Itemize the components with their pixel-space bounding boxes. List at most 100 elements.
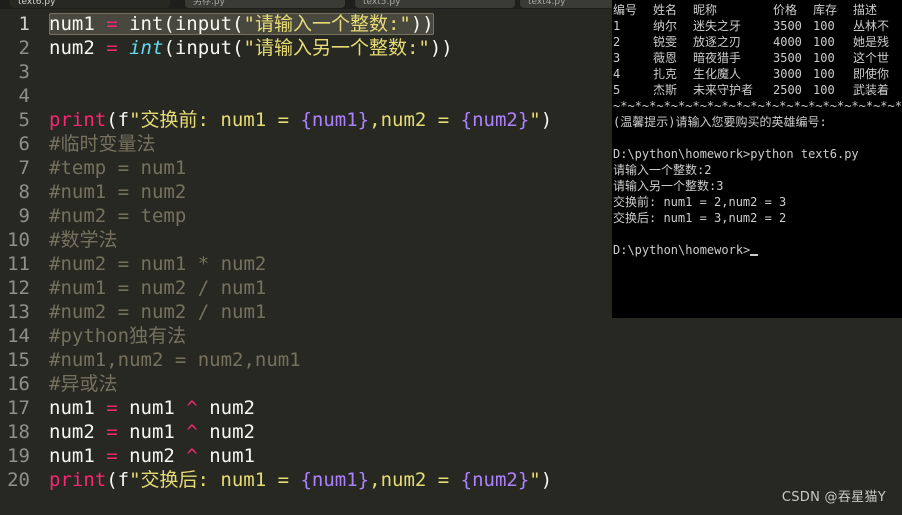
code-token: (f [106, 469, 130, 491]
line-number: 18 [7, 421, 30, 443]
code-token: ,num2 = [369, 109, 461, 131]
code-line[interactable]: print(f"交换前: num1 = {num1},num2 = {num2}… [49, 108, 552, 132]
console-cell: 100 [813, 35, 835, 49]
console-output-line: 请输入另一个整数:3 [613, 178, 723, 194]
code-line[interactable]: num2 = num1 ^ num2 [49, 420, 255, 444]
code-token: ^ [186, 445, 198, 467]
code-token: #数学法 [49, 229, 118, 251]
code-line[interactable]: num1 = int(input("请输入一个整数:")) [49, 12, 434, 36]
terminal-window[interactable]: 编号 姓名 昵称 价格 库存 描述 1 纳尔 迷失之牙 3500 100 丛林不 2 锐雯 放逐之刃 4000… [612, 0, 902, 318]
line-number: 11 [7, 253, 30, 275]
line-number: 10 [7, 229, 30, 251]
code-line[interactable]: #num1 = num2 [49, 180, 186, 204]
console-cell: 100 [813, 51, 835, 65]
console-cell: 这个世 [853, 51, 890, 65]
code-token: = [106, 13, 118, 35]
code-token: ) [540, 109, 553, 131]
code-token: num1 [49, 397, 107, 419]
code-line[interactable]: #num1 = num2 / num1 [49, 276, 266, 300]
console-text: 交换前: num1 = 2,num2 = 3 [613, 195, 787, 209]
console-text: 请输入一个整数:2 [613, 163, 712, 177]
editor-tab[interactable]: 另存.py [185, 0, 345, 8]
text-selection: num1 = int(input("请输入一个整数:")) [49, 13, 434, 35]
line-number: 15 [7, 349, 30, 371]
console-cell: 3500 [773, 19, 802, 33]
console-cell: 昵称 [693, 3, 718, 17]
code-token: num2 [197, 421, 255, 443]
console-cell: 价格 [773, 3, 798, 17]
code-line[interactable]: num1 = num2 ^ num1 [49, 444, 255, 468]
code-line[interactable]: #num2 = num2 / num1 [49, 300, 266, 324]
code-line[interactable]: #num1,num2 = num2,num1 [49, 348, 301, 372]
line-number: 2 [18, 37, 30, 59]
console-table-row: 5 杰斯 未来守护者 2500 100 武装着 [613, 82, 902, 98]
code-line[interactable]: #temp = num1 [49, 156, 186, 180]
console-cell: 3000 [773, 67, 802, 81]
console-output-line: 交换前: num1 = 2,num2 = 3 [613, 194, 786, 210]
console-cell: 5 [613, 83, 621, 97]
console-table-row: 3 薇恩 暗夜猎手 3500 100 这个世 [613, 50, 902, 66]
code-token: " [529, 109, 541, 131]
line-number: 14 [7, 325, 30, 347]
code-token: "请输入一个整数:" [243, 13, 411, 35]
code-token: num2 [197, 397, 255, 419]
console-cell: 描述 [853, 3, 878, 17]
console-cell: 杰斯 [653, 83, 678, 97]
code-line[interactable]: print(f"交换后: num1 = {num1},num2 = {num2}… [49, 468, 552, 492]
editor-tab[interactable]: text6.py [10, 0, 170, 8]
code-token: #num2 = num1 * num2 [49, 253, 267, 275]
code-token: ^ [186, 421, 198, 443]
code-token: num1 [117, 421, 187, 443]
console-output-line: 交换后: num1 = 3,num2 = 2 [613, 210, 786, 226]
code-token: (f [106, 109, 130, 131]
editor-tab[interactable]: text5.py [355, 0, 515, 8]
line-number: 5 [18, 109, 30, 131]
console-table-header: 编号 姓名 昵称 价格 库存 描述 [613, 2, 902, 18]
line-number: 16 [7, 373, 30, 395]
console-cell: 放逐之刃 [693, 35, 742, 49]
console-output-line: D:\python\homework> [613, 242, 759, 258]
line-number: 9 [18, 205, 30, 227]
code-token: " [529, 469, 541, 491]
console-cell: 1 [613, 19, 621, 33]
code-token: "请输入另一个整数:" [243, 37, 430, 59]
code-token: num1 [197, 445, 255, 467]
code-token: #num1,num2 = num2,num1 [49, 349, 301, 371]
code-token: #临时变量法 [49, 133, 156, 155]
console-cell: 姓名 [653, 3, 678, 17]
code-token: = [106, 421, 118, 443]
console-cell: 100 [813, 19, 835, 33]
code-token: print [49, 109, 107, 131]
code-line[interactable]: #临时变量法 [49, 132, 155, 156]
console-cell: 武装着 [853, 83, 890, 97]
console-cell: 生化魔人 [693, 67, 742, 81]
code-line[interactable]: #数学法 [49, 228, 117, 252]
console-cell: 即使你 [853, 67, 890, 81]
console-separator: ~*~*~*~*~*~*~*~*~*~*~*~*~*~*~*~*~*~*~*~*… [613, 98, 902, 114]
console-cell: 3 [613, 51, 621, 65]
code-token: #python独有法 [49, 325, 187, 347]
code-token: num1 [49, 13, 107, 35]
console-cell: 未来守护者 [693, 83, 754, 97]
code-token: {num2} [460, 469, 530, 491]
line-number: 17 [7, 397, 30, 419]
code-line[interactable]: num1 = num1 ^ num2 [49, 396, 255, 420]
code-line[interactable]: #num2 = temp [49, 204, 186, 228]
code-token: print [49, 469, 107, 491]
line-number: 13 [7, 301, 30, 323]
line-number: 19 [7, 445, 30, 467]
code-token: = [106, 37, 118, 59]
code-token: )) [429, 37, 453, 59]
code-token: ^ [186, 397, 198, 419]
code-token: #num1 = num2 / num1 [49, 277, 267, 299]
code-token: ,num2 = [369, 469, 461, 491]
line-number: 4 [18, 85, 30, 107]
line-number: 1 [18, 13, 30, 35]
code-line[interactable]: num2 = int(input("请输入另一个整数:")) [49, 36, 453, 60]
console-cell: 扎克 [653, 67, 678, 81]
code-line[interactable]: #num2 = num1 * num2 [49, 252, 266, 276]
console-cell: 纳尔 [653, 19, 678, 33]
code-line[interactable]: #python独有法 [49, 324, 186, 348]
code-token: #异或法 [49, 373, 118, 395]
code-line[interactable]: #异或法 [49, 372, 117, 396]
